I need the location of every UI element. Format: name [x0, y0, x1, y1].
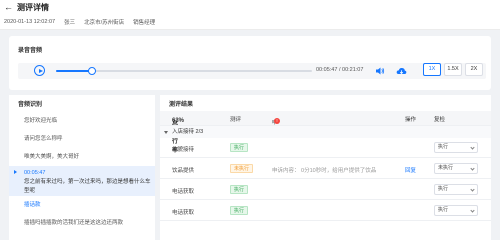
recognition-text: 插话款: [24, 202, 41, 208]
recheck-select[interactable]: 执行: [434, 184, 478, 195]
group-name: 入店接待: [172, 129, 195, 135]
results-panel: 测评结果 总执行率 63% 测评 申诉! 操作 复检 入店接待 2/3 礼貌接待…: [160, 95, 491, 240]
recognition-text: 您好欢迎光临: [24, 118, 58, 124]
record-location: 北京市/苏州街店: [84, 20, 125, 26]
audio-progress-fill: [56, 70, 92, 72]
recheck-select[interactable]: 执行: [434, 142, 478, 153]
top-bar: ← 测评详情: [0, 0, 500, 15]
row-item: 电话获取: [172, 188, 195, 195]
status-badge: 未执行: [230, 164, 254, 173]
column-review: 测评: [230, 116, 242, 123]
recognition-text: 请问您怎么称呼: [24, 136, 63, 142]
speed-2x-button[interactable]: 2X: [465, 63, 483, 76]
recognition-item-active[interactable]: 00:05:47 您之前有来过吗，第一次过来吗，那边是想看什么车型呢: [9, 166, 155, 196]
recognition-item[interactable]: 唯美大美婀，美大哥好: [9, 148, 155, 166]
group-progress: 2/3: [195, 129, 204, 135]
table-row: 电话获取 执行 执行: [160, 180, 491, 200]
collapse-arrow-icon: [164, 131, 168, 134]
status-badge: 执行: [230, 143, 249, 152]
column-recheck: 复检: [434, 116, 446, 123]
recheck-select-value: 未执行: [438, 165, 454, 171]
recognition-text: 您之前有来过吗，第一次过来吗，那边是想看什么车型呢: [24, 179, 151, 194]
audio-progress-track[interactable]: [56, 67, 312, 75]
table-row: 饮品提供 未执行 申诉内容： 0分10秒时，给用户提供了饮品 回复 未执行: [160, 159, 491, 179]
recognition-item[interactable]: 插话款: [9, 196, 155, 214]
audio-time: 00:05:47 / 00:21:07: [316, 67, 363, 73]
audio-label: 录音音频: [18, 48, 43, 54]
audio-total-time: 00:21:07: [342, 67, 364, 73]
recognition-item[interactable]: 插插吗插插款的活我们还是这这边还两款: [9, 214, 155, 232]
recheck-select[interactable]: 执行: [434, 205, 478, 216]
column-op: 操作: [405, 116, 417, 123]
record-role: 销售经理: [133, 20, 156, 26]
playing-caret-icon: [14, 170, 17, 174]
audio-current-time: 00:05:47: [316, 67, 338, 73]
recheck-select[interactable]: 未执行: [434, 163, 478, 174]
row-item: 饮品提供: [172, 167, 195, 174]
recognition-item[interactable]: 请问您怎么称呼: [9, 130, 155, 148]
record-name: 张三: [64, 20, 76, 26]
speed-1x-button[interactable]: 1X: [423, 63, 441, 76]
recognition-item[interactable]: 您好欢迎光临: [9, 112, 155, 130]
recognition-timestamp: 00:05:47: [24, 170, 46, 176]
row-item: 电话获取: [172, 209, 195, 216]
table-row: 电话获取 执行 执行: [160, 201, 491, 221]
audio-time-separator: /: [338, 67, 341, 73]
results-title: 测评结果: [169, 102, 194, 108]
record-meta: 2020-01-13 12:02:07 张三 北京市/苏州街店 销售经理: [0, 15, 500, 30]
download-icon[interactable]: [396, 66, 407, 77]
page-title: 测评详情: [17, 3, 49, 12]
chevron-down-icon: [470, 166, 475, 171]
recheck-select-value: 执行: [438, 186, 449, 192]
volume-icon[interactable]: [375, 66, 385, 76]
record-datetime: 2020-01-13 12:02:07: [4, 19, 56, 25]
audio-progress-handle[interactable]: [88, 67, 96, 75]
recognition-list: 您好欢迎光临 请问您怎么称呼 唯美大美婀，美大哥好 00:05:47 您之前有来…: [9, 112, 155, 232]
appeal-alert-badge: !: [274, 118, 280, 124]
chevron-down-icon: [470, 145, 475, 150]
group-header[interactable]: 入店接待 2/3: [160, 125, 491, 138]
audio-card: 录音音频 00:05:47 / 00:21:07 1X 1.5X 2X: [9, 36, 491, 90]
speed-1-5x-button[interactable]: 1.5X: [444, 63, 462, 76]
back-arrow-icon[interactable]: ←: [4, 3, 13, 12]
status-badge: 执行: [230, 206, 249, 215]
chevron-down-icon: [470, 208, 475, 213]
status-badge: 执行: [230, 185, 249, 194]
table-row: 礼貌接待 执行 执行: [160, 138, 491, 158]
recognition-title: 音频识别: [18, 102, 43, 108]
results-table-header: 总执行率 63% 测评 申诉! 操作 复检: [160, 111, 491, 154]
recheck-select-value: 执行: [438, 207, 449, 213]
recognition-text: 插插吗插插款的活我们还是这这边还两款: [24, 220, 124, 226]
appeal-content: 申诉内容： 0分10秒时，给用户提供了饮品: [272, 167, 377, 174]
recognition-text: 唯美大美婀，美大哥好: [24, 154, 80, 160]
audio-player: 00:05:47 / 00:21:07 1X 1.5X 2X: [18, 63, 486, 79]
reply-link[interactable]: 回复: [405, 166, 416, 174]
execution-rate-value: 63%: [172, 117, 185, 124]
row-item: 礼貌接待: [172, 146, 195, 153]
play-icon[interactable]: [34, 65, 45, 76]
recognition-panel: 音频识别 您好欢迎光临 请问您怎么称呼 唯美大美婀，美大哥好 00:05:47 …: [9, 95, 155, 240]
recheck-select-value: 执行: [438, 144, 449, 150]
chevron-down-icon: [470, 187, 475, 192]
